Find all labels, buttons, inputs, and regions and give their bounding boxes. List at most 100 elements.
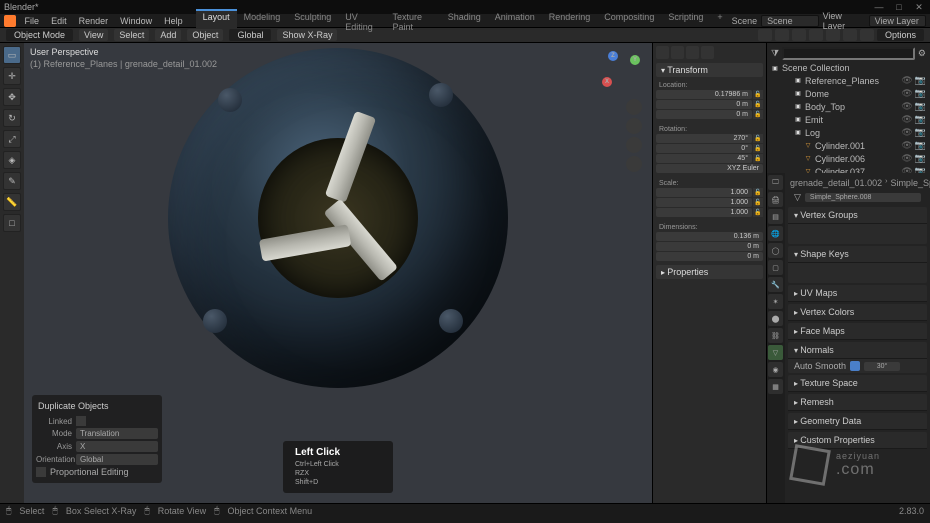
- physics-tab-icon[interactable]: ⬤: [768, 311, 783, 326]
- lock-icon[interactable]: 🔓: [753, 100, 763, 109]
- shading-wireframe-icon[interactable]: [809, 29, 823, 41]
- rot-x-field[interactable]: 270°: [656, 134, 752, 143]
- shading-material-icon[interactable]: [843, 29, 857, 41]
- scale-y-field[interactable]: 1.000: [656, 198, 752, 207]
- menu-file[interactable]: File: [20, 15, 45, 27]
- properties-header[interactable]: ▸ Properties: [656, 265, 763, 279]
- render-toggle-icon[interactable]: 📷: [915, 114, 926, 125]
- vertex-groups-header[interactable]: ▾ Vertex Groups: [788, 207, 927, 224]
- lock-icon[interactable]: 🔓: [753, 134, 763, 143]
- dim-y-field[interactable]: 0 m: [656, 242, 763, 251]
- eye-icon[interactable]: 👁: [901, 75, 912, 86]
- operator-panel-title[interactable]: Duplicate Objects: [36, 399, 158, 413]
- outliner-mesh-item[interactable]: ▽Cylinder.006👁📷: [769, 152, 928, 165]
- datablock-icon[interactable]: ▽: [794, 192, 801, 203]
- mode-dropdown[interactable]: Object Mode: [6, 29, 73, 41]
- mesh-name-field[interactable]: Simple_Sphere.008: [805, 193, 921, 202]
- crumb-obj[interactable]: grenade_detail_01.002: [790, 178, 882, 188]
- eye-icon[interactable]: 👁: [901, 166, 912, 173]
- outliner-collection[interactable]: ▣Emit👁📷: [769, 113, 928, 126]
- outliner-collection[interactable]: ▣Body_Top👁📷: [769, 100, 928, 113]
- eye-icon[interactable]: 👁: [901, 153, 912, 164]
- auto-smooth-angle-field[interactable]: 30°: [864, 362, 900, 371]
- snap-icon[interactable]: [656, 46, 669, 59]
- menu-render[interactable]: Render: [74, 15, 114, 27]
- header-view[interactable]: View: [79, 29, 108, 41]
- render-toggle-icon[interactable]: 📷: [915, 140, 926, 151]
- lock-icon[interactable]: 🔓: [753, 198, 763, 207]
- outliner-collection[interactable]: ▣Log👁📷: [769, 126, 928, 139]
- render-tab-icon[interactable]: 🖵: [768, 175, 783, 190]
- outliner-collection[interactable]: ▣Dome👁📷: [769, 87, 928, 100]
- lock-icon[interactable]: 🔓: [753, 90, 763, 99]
- measure-tool-icon[interactable]: 📏: [3, 193, 21, 211]
- outliner-filter-toggle-icon[interactable]: ⚙: [918, 48, 926, 59]
- render-toggle-icon[interactable]: 📷: [915, 166, 926, 173]
- render-toggle-icon[interactable]: 📷: [915, 153, 926, 164]
- pan-icon[interactable]: [626, 118, 642, 134]
- workspace-rendering[interactable]: Rendering: [542, 9, 598, 33]
- menu-help[interactable]: Help: [159, 15, 188, 27]
- pivot-icon[interactable]: [671, 46, 684, 59]
- menu-window[interactable]: Window: [115, 15, 157, 27]
- rot-z-field[interactable]: 45°: [656, 154, 752, 163]
- crumb-data[interactable]: Simple_Sphere.008: [890, 178, 930, 188]
- navigation-gizmo[interactable]: X Y Z: [600, 49, 644, 93]
- overlay-toggle-icon[interactable]: [775, 29, 789, 41]
- viewport-3d[interactable]: User Perspective (1) Reference_Planes | …: [24, 43, 652, 503]
- show-xray-toggle[interactable]: Show X-Ray: [277, 29, 337, 41]
- loc-y-field[interactable]: 0 m: [656, 100, 752, 109]
- axis-y-icon[interactable]: Y: [630, 55, 640, 65]
- linked-checkbox[interactable]: [76, 416, 86, 426]
- orientation-dropdown[interactable]: Global: [229, 29, 271, 41]
- rot-mode-field[interactable]: XYZ Euler: [656, 164, 763, 173]
- eye-icon[interactable]: 👁: [901, 88, 912, 99]
- shape-keys-header[interactable]: ▾ Shape Keys: [788, 246, 927, 263]
- workspace-uv[interactable]: UV Editing: [338, 9, 385, 33]
- lock-icon[interactable]: 🔓: [753, 154, 763, 163]
- render-toggle-icon[interactable]: 📷: [915, 75, 926, 86]
- outliner-collection[interactable]: ▣Reference_Planes👁📷: [769, 74, 928, 87]
- vertex-colors-header[interactable]: ▸ Vertex Colors: [788, 304, 927, 321]
- workspace-shading[interactable]: Shading: [441, 9, 488, 33]
- eye-icon[interactable]: 👁: [901, 140, 912, 151]
- move-tool-icon[interactable]: ✥: [3, 88, 21, 106]
- select-tool-icon[interactable]: ▭: [3, 46, 21, 64]
- mesh-data-tab-icon[interactable]: ▽: [768, 345, 783, 360]
- workspace-add[interactable]: +: [710, 9, 729, 33]
- lock-icon[interactable]: 🔓: [753, 110, 763, 119]
- dim-x-field[interactable]: 0.136 m: [656, 232, 763, 241]
- xray-icon[interactable]: [792, 29, 806, 41]
- workspace-animation[interactable]: Animation: [488, 9, 542, 33]
- geometry-data-header[interactable]: ▸ Geometry Data: [788, 413, 927, 430]
- camera-view-icon[interactable]: [626, 137, 642, 153]
- perspective-toggle-icon[interactable]: [626, 156, 642, 172]
- menu-edit[interactable]: Edit: [46, 15, 72, 27]
- outliner-search[interactable]: [782, 47, 915, 60]
- world-tab-icon[interactable]: ◯: [768, 243, 783, 258]
- workspace-scripting[interactable]: Scripting: [661, 9, 710, 33]
- render-toggle-icon[interactable]: 📷: [915, 127, 926, 138]
- propfalloff-icon[interactable]: [701, 46, 714, 59]
- texture-tab-icon[interactable]: ▦: [768, 379, 783, 394]
- axis-z-icon[interactable]: Z: [608, 51, 618, 61]
- render-toggle-icon[interactable]: 📷: [915, 88, 926, 99]
- outliner-mesh-item[interactable]: ▽Cylinder.001👁📷: [769, 139, 928, 152]
- eye-icon[interactable]: 👁: [901, 114, 912, 125]
- particle-tab-icon[interactable]: ✶: [768, 294, 783, 309]
- header-object[interactable]: Object: [187, 29, 223, 41]
- face-maps-header[interactable]: ▸ Face Maps: [788, 323, 927, 340]
- view-layer-field[interactable]: View Layer: [869, 15, 926, 27]
- remesh-header[interactable]: ▸ Remesh: [788, 394, 927, 411]
- lock-icon[interactable]: 🔓: [753, 144, 763, 153]
- outliner-mesh-item[interactable]: ▽Cylinder.037👁📷: [769, 165, 928, 173]
- loc-z-field[interactable]: 0 m: [656, 110, 752, 119]
- modifier-tab-icon[interactable]: 🔧: [768, 277, 783, 292]
- cursor-tool-icon[interactable]: ✛: [3, 67, 21, 85]
- normals-header[interactable]: ▾ Normals: [788, 342, 927, 359]
- texture-space-header[interactable]: ▸ Texture Space: [788, 375, 927, 392]
- custom-props-header[interactable]: ▸ Custom Properties: [788, 432, 927, 449]
- eye-icon[interactable]: 👁: [901, 101, 912, 112]
- options-dropdown[interactable]: Options: [877, 29, 924, 41]
- header-select[interactable]: Select: [114, 29, 149, 41]
